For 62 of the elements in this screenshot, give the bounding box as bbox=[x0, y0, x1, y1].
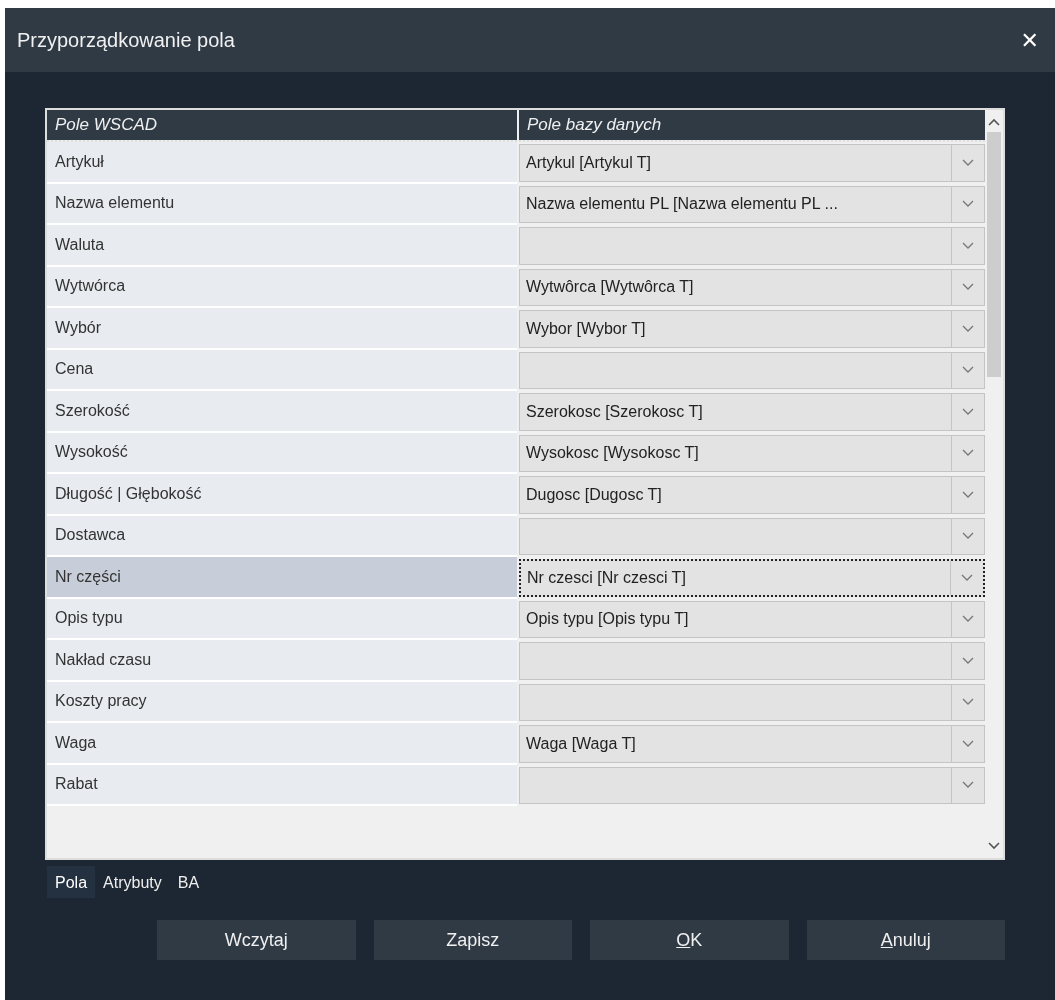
chevron-down-icon bbox=[962, 698, 974, 707]
column-header: Pole WSCAD bbox=[47, 110, 517, 140]
dropdown[interactable] bbox=[519, 351, 985, 389]
window-title: Przyporządkowanie pola bbox=[17, 28, 235, 52]
chevron-down-icon bbox=[962, 324, 974, 333]
dropdown[interactable] bbox=[519, 517, 985, 555]
chevron-down-icon bbox=[962, 283, 974, 292]
chevron-down-icon bbox=[962, 656, 974, 665]
chevron-down-icon bbox=[962, 366, 974, 375]
table-cell: Szerokość bbox=[47, 391, 517, 433]
table-cell: Nazwa elementu bbox=[47, 183, 517, 225]
chevron-down-icon bbox=[962, 407, 974, 416]
dropdown[interactable]: Wysokosc [Wysokosc T] bbox=[519, 434, 985, 472]
chevron-down-icon bbox=[962, 490, 974, 499]
dropdown[interactable]: Nr czesci [Nr czesci T] bbox=[519, 559, 985, 597]
table-cell: Wytwórca bbox=[47, 266, 517, 308]
dropdown[interactable] bbox=[519, 766, 985, 804]
chevron-down-icon bbox=[962, 781, 974, 790]
dialog-button[interactable]: Zapisz bbox=[373, 920, 572, 960]
chevron-up-icon[interactable] bbox=[988, 118, 1000, 126]
table-cell: Cena bbox=[47, 349, 517, 391]
chevron-down-icon bbox=[962, 158, 974, 167]
chevron-down-icon bbox=[962, 449, 974, 458]
table-cell: Wysokość bbox=[47, 432, 517, 474]
table-cell: Długość | Głębokość bbox=[47, 474, 517, 516]
close-button[interactable]: ✕ bbox=[1016, 27, 1043, 53]
dropdown[interactable] bbox=[519, 227, 985, 265]
chevron-down-icon bbox=[962, 200, 974, 209]
dropdown[interactable]: Waga [Waga T] bbox=[519, 725, 985, 763]
table-cell: Nr części bbox=[47, 557, 517, 599]
dropdown[interactable]: Dugosc [Dugosc T] bbox=[519, 476, 985, 514]
table-cell: Waga bbox=[47, 723, 517, 765]
dropdown[interactable]: Nazwa elementu PL [Nazwa elementu PL ... bbox=[519, 185, 985, 223]
dropdown[interactable] bbox=[519, 642, 985, 680]
dropdown[interactable]: Szerokosc [Szerokosc T] bbox=[519, 393, 985, 431]
dialog-button[interactable]: Anuluj bbox=[806, 920, 1005, 960]
column-header: Pole bazy danych bbox=[517, 110, 985, 140]
chevron-down-icon bbox=[961, 573, 973, 582]
dialog-button[interactable]: Wczytaj bbox=[157, 920, 356, 960]
table-cell: Koszty pracy bbox=[47, 681, 517, 723]
table-cell: Dostawca bbox=[47, 515, 517, 557]
table-cell: Rabat bbox=[47, 764, 517, 806]
table-cell: Opis typu bbox=[47, 598, 517, 640]
dropdown[interactable]: Wytwôrca [Wytwôrca T] bbox=[519, 268, 985, 306]
scrollbar-thumb[interactable] bbox=[987, 132, 1001, 377]
dialog-button[interactable]: OK bbox=[590, 920, 789, 960]
table-cell: Nakład czasu bbox=[47, 640, 517, 682]
table-cell: Wybór bbox=[47, 308, 517, 350]
tab[interactable]: Pola bbox=[47, 866, 96, 898]
tab[interactable]: BA bbox=[169, 866, 208, 898]
dropdown[interactable]: Opis typu [Opis typu T] bbox=[519, 600, 985, 638]
chevron-down-icon bbox=[962, 615, 974, 624]
table-cell: Waluta bbox=[47, 225, 517, 267]
dropdown[interactable]: Wybor [Wybor T] bbox=[519, 310, 985, 348]
table-cell: Artykuł bbox=[47, 142, 517, 184]
dropdown[interactable]: Artykul [Artykul T] bbox=[519, 144, 985, 182]
tab[interactable]: Atrybuty bbox=[95, 866, 170, 898]
dropdown[interactable] bbox=[519, 683, 985, 721]
chevron-down-icon bbox=[962, 241, 974, 250]
chevron-down-icon[interactable] bbox=[988, 842, 1000, 850]
chevron-down-icon bbox=[962, 532, 974, 541]
chevron-down-icon bbox=[962, 739, 974, 748]
